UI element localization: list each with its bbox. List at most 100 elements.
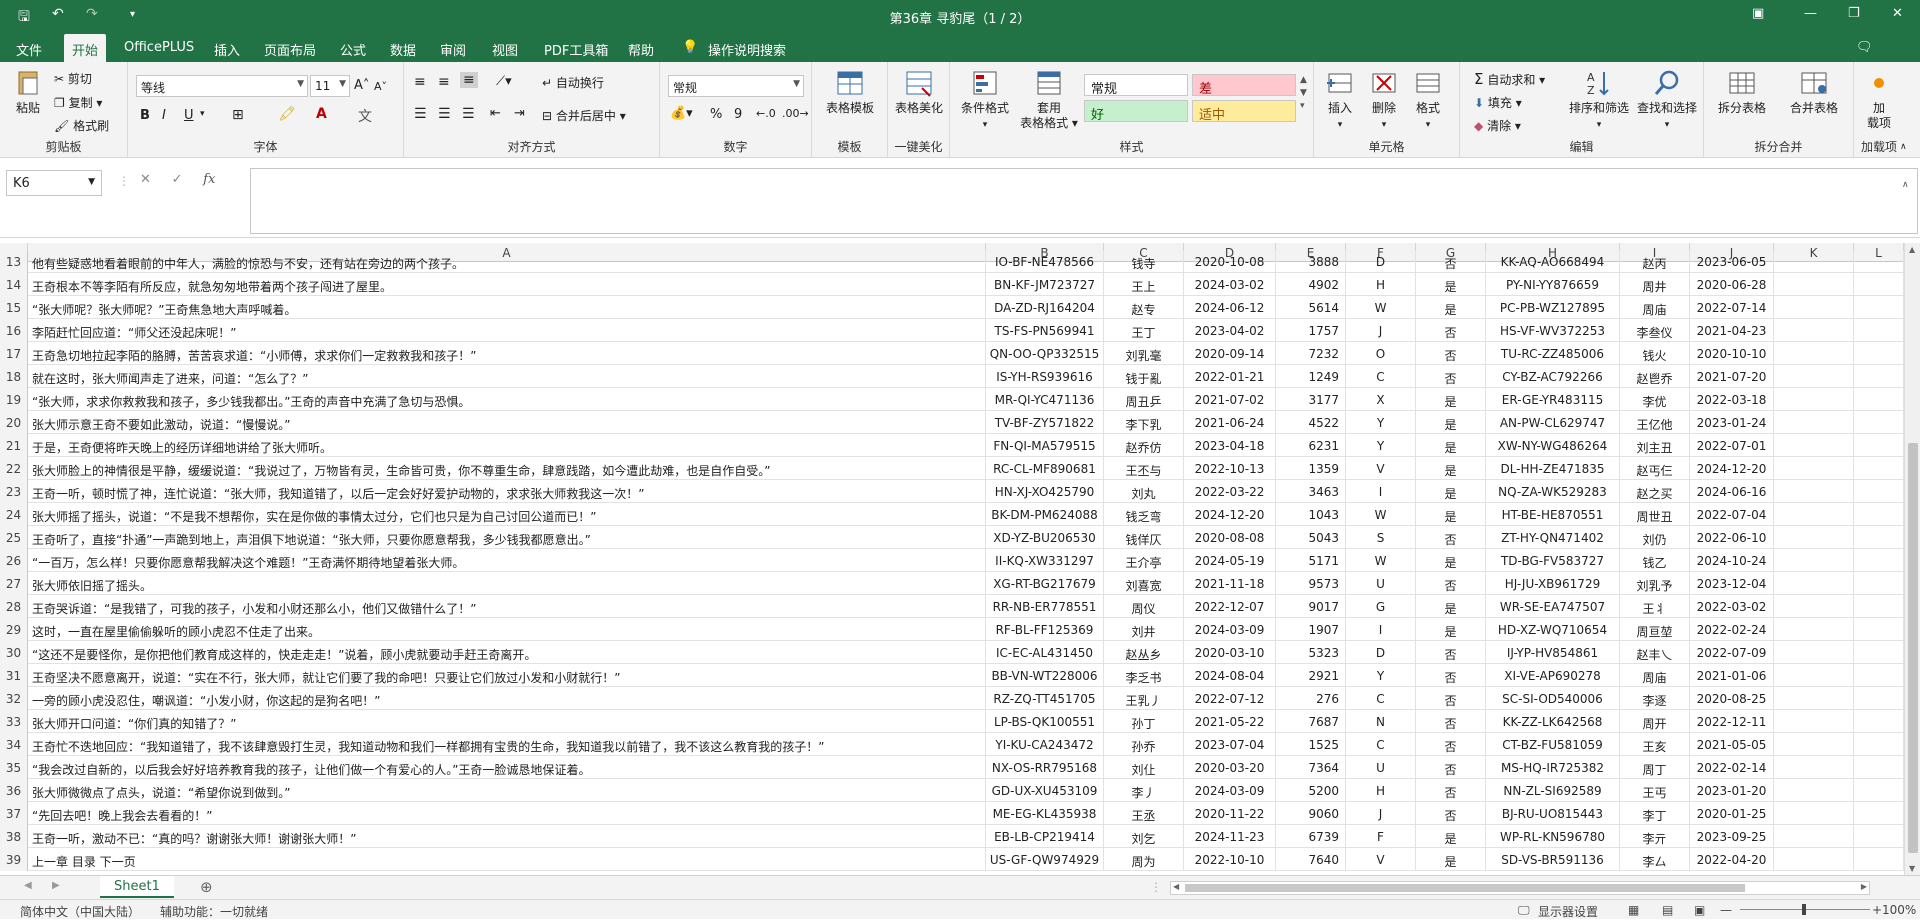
table-cell[interactable]: MS-HQ-IR725382 — [1486, 756, 1620, 779]
table-cell[interactable]: N — [1346, 710, 1416, 733]
table-cell[interactable] — [1854, 572, 1904, 595]
table-cell[interactable]: 王奇听了，直接“扑通”一声跪到地上，声泪俱下地说道：“张大师，只要你愿意帮我，多… — [28, 526, 986, 549]
table-cell[interactable]: 王奇一听，顿时慌了神，连忙说道：“张大师，我知道错了，以后一定会好好爱护动物的，… — [28, 480, 986, 503]
table-cell[interactable]: 2022-12-11 — [1690, 710, 1774, 733]
page-layout-view-icon[interactable]: ▤ — [1662, 903, 1673, 917]
table-cell[interactable]: 李叁仪 — [1620, 319, 1690, 342]
table-cell[interactable]: 2021-04-23 — [1690, 319, 1774, 342]
table-cell[interactable]: 钱佯仄 — [1104, 526, 1184, 549]
row-header[interactable]: 25 — [0, 526, 28, 549]
row-header[interactable]: 13 — [0, 250, 28, 273]
table-cell[interactable]: RZ-ZQ-TT451705 — [986, 687, 1104, 710]
table-cell[interactable]: 张大师微微点了点头，说道：“希望你说到做到。” — [28, 779, 986, 802]
comma-button[interactable]: 9 — [734, 107, 742, 122]
insert-function-button[interactable]: fx — [203, 172, 215, 187]
fill-color-icon[interactable]: 🖍 — [278, 106, 296, 122]
table-cell[interactable]: HJ-JU-XB961729 — [1486, 572, 1620, 595]
table-cell[interactable]: 是 — [1416, 503, 1486, 526]
table-cell[interactable]: 9017 — [1276, 595, 1346, 618]
table-cell[interactable]: 周庙 — [1620, 664, 1690, 687]
table-cell[interactable]: 周开 — [1620, 710, 1690, 733]
table-cell[interactable]: I — [1346, 480, 1416, 503]
table-cell[interactable]: 王丁 — [1104, 319, 1184, 342]
conditional-format-button[interactable]: 条件格式 ▾ — [956, 68, 1014, 133]
table-cell[interactable]: “一百万，怎么样！只要你愿意帮我解决这个难题！”王奇满怀期待地望着张大师。 — [28, 549, 986, 572]
table-cell[interactable]: 王亥 — [1620, 733, 1690, 756]
table-cell[interactable] — [1854, 848, 1904, 871]
row-header[interactable]: 35 — [0, 756, 28, 779]
table-cell[interactable] — [1774, 526, 1854, 549]
formula-input[interactable] — [250, 168, 1918, 234]
table-cell[interactable]: 赵丰乀 — [1620, 641, 1690, 664]
table-cell[interactable]: 赵丙 — [1620, 250, 1690, 273]
scroll-right-icon[interactable]: ▶ — [1861, 882, 1867, 891]
table-cell[interactable]: 2024-06-16 — [1690, 480, 1774, 503]
table-cell[interactable] — [1774, 595, 1854, 618]
table-cell[interactable] — [1854, 411, 1904, 434]
table-cell[interactable]: 周亘堃 — [1620, 618, 1690, 641]
split-table-button[interactable]: 拆分表格 — [1708, 68, 1776, 116]
table-cell[interactable]: D — [1346, 250, 1416, 273]
table-cell[interactable]: IS-YH-RS939616 — [986, 365, 1104, 388]
table-cell[interactable]: 王丐 — [1620, 779, 1690, 802]
table-cell[interactable]: Y — [1346, 434, 1416, 457]
table-cell[interactable]: I — [1346, 618, 1416, 641]
table-cell[interactable]: TS-FS-PN569941 — [986, 319, 1104, 342]
table-cell[interactable]: 3463 — [1276, 480, 1346, 503]
table-cell[interactable]: 2024-12-20 — [1184, 503, 1276, 526]
table-cell[interactable]: 2020-10-10 — [1690, 342, 1774, 365]
table-cell[interactable]: 2022-07-01 — [1690, 434, 1774, 457]
table-cell[interactable]: TD-BG-FV583727 — [1486, 549, 1620, 572]
table-cell[interactable]: U — [1346, 756, 1416, 779]
table-cell[interactable] — [1774, 549, 1854, 572]
underline-button[interactable]: U — [184, 108, 194, 123]
row-header[interactable]: 22 — [0, 457, 28, 480]
table-cell[interactable]: 否 — [1416, 365, 1486, 388]
table-cell[interactable]: 赵乔仿 — [1104, 434, 1184, 457]
table-cell[interactable]: QN-OO-QP332515 — [986, 342, 1104, 365]
table-cell[interactable]: 2024-06-12 — [1184, 296, 1276, 319]
table-cell[interactable]: 李下乳 — [1104, 411, 1184, 434]
scroll-sheets-right-icon[interactable]: ▶ — [52, 880, 60, 891]
table-cell[interactable] — [1854, 526, 1904, 549]
table-cell[interactable]: 2024-08-04 — [1184, 664, 1276, 687]
table-cell[interactable]: 李亓 — [1620, 825, 1690, 848]
table-cell[interactable]: 2020-03-10 — [1184, 641, 1276, 664]
style-neutral[interactable]: 适中 — [1192, 100, 1296, 123]
row-header[interactable]: 23 — [0, 480, 28, 503]
table-cell[interactable] — [1774, 687, 1854, 710]
table-cell[interactable]: 2020-01-25 — [1690, 802, 1774, 825]
table-cell[interactable]: 否 — [1416, 526, 1486, 549]
table-cell[interactable] — [1854, 457, 1904, 480]
table-cell[interactable]: 2022-07-14 — [1690, 296, 1774, 319]
table-cell[interactable]: 2022-10-10 — [1184, 848, 1276, 871]
table-cell[interactable]: 王奇根本不等李陌有所反应，就急匆匆地带着两个孩子闯进了屋里。 — [28, 273, 986, 296]
table-cell[interactable]: 否 — [1416, 779, 1486, 802]
table-cell[interactable]: 2021-07-20 — [1690, 365, 1774, 388]
table-cell[interactable]: 6231 — [1276, 434, 1346, 457]
currency-icon[interactable]: 💰▾ — [670, 106, 693, 121]
borders-icon[interactable]: ⊞ — [232, 107, 244, 123]
copy-button[interactable]: ❐ 复制 ▾ — [54, 94, 102, 111]
table-cell[interactable]: GD-UX-XU453109 — [986, 779, 1104, 802]
table-cell[interactable]: 2020-08-08 — [1184, 526, 1276, 549]
table-cell[interactable]: 是 — [1416, 273, 1486, 296]
table-cell[interactable]: 否 — [1416, 342, 1486, 365]
table-cell[interactable]: 钱寺 — [1104, 250, 1184, 273]
table-cell[interactable]: 否 — [1416, 802, 1486, 825]
format-as-table-button[interactable]: 套用 表格格式 ▾ — [1016, 68, 1082, 131]
table-cell[interactable]: ZT-HY-QN471402 — [1486, 526, 1620, 549]
table-cell[interactable]: 刘乳毫 — [1104, 342, 1184, 365]
table-cell[interactable]: 2021-05-22 — [1184, 710, 1276, 733]
table-cell[interactable]: C — [1346, 365, 1416, 388]
table-cell[interactable]: 是 — [1416, 388, 1486, 411]
table-cell[interactable] — [1774, 572, 1854, 595]
fill-button[interactable]: ⬇ 填充 ▾ — [1474, 94, 1522, 111]
table-cell[interactable]: TV-BF-ZY571822 — [986, 411, 1104, 434]
table-cell[interactable]: 2023-07-04 — [1184, 733, 1276, 756]
table-cell[interactable]: V — [1346, 848, 1416, 871]
table-cell[interactable]: 就在这时，张大师闻声走了进来，问道：“怎么了？” — [28, 365, 986, 388]
table-cell[interactable]: “先回去吧！晚上我会去看看的！” — [28, 802, 986, 825]
table-cell[interactable] — [1774, 434, 1854, 457]
row-header[interactable]: 32 — [0, 687, 28, 710]
